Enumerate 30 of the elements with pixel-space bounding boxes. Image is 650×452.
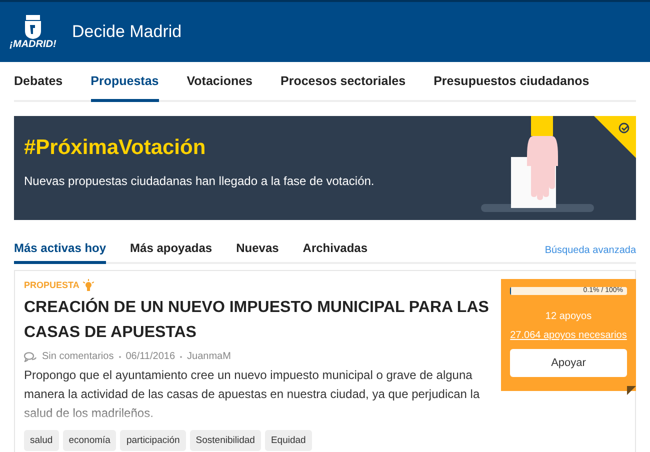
proposal-summary: Propongo que el ayuntamiento cree un nuevo impuesto municipal o grave de alguna manera la actividad de las casas de apuestas en nuestra ciudad, ya que perjudican la salud de los madrileños. [24, 367, 481, 422]
nav-tab[interactable]: Propuestas [90, 62, 159, 102]
proposal-date: 06/11/2016 [126, 351, 176, 362]
support-button[interactable]: Apoyar [510, 349, 627, 377]
banner-title: #PróximaVotación [24, 136, 207, 160]
tag-chip[interactable]: participación [120, 430, 186, 451]
nav-tab[interactable]: Votaciones [186, 62, 252, 102]
tag-chip[interactable]: Equidad [264, 430, 312, 451]
filter-tab[interactable]: Más apoyadas [130, 234, 212, 264]
nav-tab[interactable]: Debates [14, 62, 63, 102]
filter-tab[interactable]: Archivadas [302, 234, 368, 264]
supports-count: 12 apoyos [545, 311, 592, 322]
proposal-title[interactable]: CREACIÓN DE UN NUEVO IMPUESTO MUNICIPAL PARA LAS CASAS DE APUESTAS [24, 295, 491, 345]
comments-count[interactable]: Sin comentarios [42, 351, 114, 362]
logo-text: ¡MADRID! [10, 38, 56, 50]
tag-chip[interactable]: salud [24, 430, 59, 451]
lightbulb-icon [83, 279, 94, 291]
comments-icon [24, 352, 37, 362]
banner-text: Nuevas propuestas ciudadanas han llegado a la fase de votación. [24, 174, 376, 188]
site-title: Decide Madrid [72, 22, 182, 42]
filter-tab[interactable]: Nuevas [236, 234, 279, 264]
tag-chip[interactable]: economía [62, 430, 116, 451]
coat-of-arms-icon [24, 14, 42, 38]
nav-tab[interactable]: Procesos sectoriales [280, 62, 406, 102]
tag-chip[interactable]: Sostenibilidad [190, 430, 261, 451]
category-label: PROPUESTA [24, 280, 80, 290]
author-name: JuanmaM [187, 351, 231, 362]
nav-tab[interactable]: Presupuestos ciudadanos [434, 62, 590, 102]
filter-tab[interactable]: Más activas hoy [14, 234, 106, 264]
folded-corner-icon [627, 386, 636, 395]
